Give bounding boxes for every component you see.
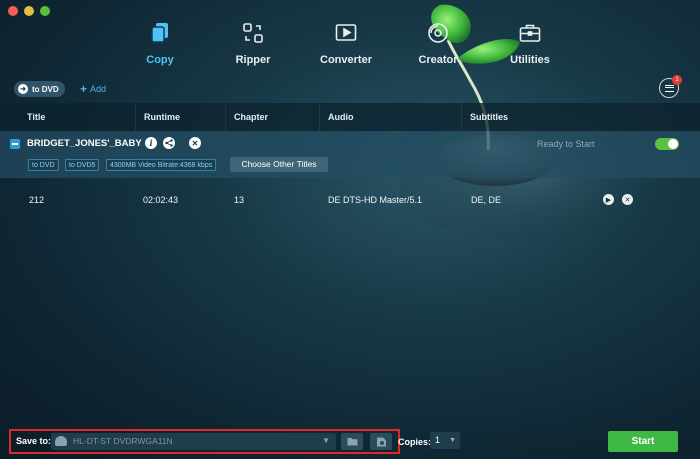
nav-utilities-label: Utilities [510, 54, 550, 66]
play-icon[interactable]: ▶ [603, 194, 614, 205]
nav-copy[interactable]: Copy [125, 20, 195, 66]
nav-converter[interactable]: Converter [311, 20, 381, 66]
save-to-label: Save to: [16, 436, 52, 446]
table-header: Title Runtime Chapter Audio Subtitles [0, 103, 700, 131]
creator-icon [403, 20, 473, 46]
add-label: Add [90, 84, 107, 94]
close-window-button[interactable] [8, 6, 18, 16]
zoom-window-button[interactable] [40, 6, 50, 16]
cell-chapter: 13 [234, 195, 245, 205]
arrow-right-icon: ➜ [18, 84, 28, 94]
nav-ripper[interactable]: Ripper [218, 20, 288, 66]
output-chip-dvd[interactable]: to DVD [28, 159, 59, 171]
minimize-window-button[interactable] [24, 6, 34, 16]
remove-disc-icon[interactable]: ✕ [189, 137, 201, 149]
disc-title: BRIDGET_JONES'_BABY [27, 138, 142, 149]
task-list-button[interactable]: 1 [659, 75, 682, 98]
remove-title-icon[interactable]: ✕ [622, 194, 633, 205]
copy-icon [125, 20, 195, 46]
header-audio[interactable]: Audio [319, 103, 461, 131]
cell-runtime: 02:02:43 [143, 195, 179, 205]
plus-icon: + [80, 82, 88, 96]
copies-label: Copies: [398, 437, 432, 447]
task-count-badge: 1 [672, 75, 682, 85]
save-to-dropdown[interactable]: HL-DT-ST DVDRWGA11N ▼ [51, 433, 336, 450]
main-nav: Copy Ripper Converter Creator Utilities [125, 20, 585, 75]
header-runtime[interactable]: Runtime [135, 103, 225, 131]
nav-utilities[interactable]: Utilities [495, 20, 565, 66]
ripper-icon [218, 20, 288, 46]
nav-creator-label: Creator [418, 54, 458, 66]
cell-title: 212 [29, 195, 45, 205]
target-label: to DVD [32, 84, 59, 94]
nav-ripper-label: Ripper [235, 54, 271, 66]
iso-file-icon [376, 437, 386, 446]
save-to-section: Save to: HL-DT-ST DVDRWGA11N ▼ [9, 429, 400, 454]
header-title[interactable]: Title [19, 103, 135, 131]
output-chip-dvd5[interactable]: to DVD5 [65, 159, 100, 171]
share-icon[interactable] [163, 137, 175, 149]
disc-drive-icon [55, 436, 67, 446]
info-icon[interactable]: i [145, 137, 157, 149]
bitrate-chip[interactable]: 4300MB Video Bitrate:4368 kbps [106, 159, 217, 171]
nav-converter-label: Converter [320, 54, 372, 66]
nav-creator[interactable]: Creator [403, 20, 473, 66]
enable-toggle[interactable] [655, 138, 679, 150]
save-to-value: HL-DT-ST DVDRWGA11N [73, 436, 173, 446]
cell-subtitles[interactable]: DE, DE [471, 195, 501, 205]
window-controls [8, 6, 50, 16]
nav-copy-label: Copy [146, 54, 174, 66]
toolbox-icon [495, 20, 565, 46]
chevron-down-icon: ▼ [322, 436, 330, 445]
table-row[interactable]: 212 02:02:43 13 DE DTS-HD Master/5.1 DE,… [0, 190, 700, 210]
chevron-down-icon: ▼ [449, 437, 456, 444]
header-chapter[interactable]: Chapter [225, 103, 319, 131]
iso-output-button[interactable] [370, 433, 392, 450]
collapse-icon[interactable] [10, 139, 20, 149]
copies-select[interactable]: 1 ▼ [430, 432, 460, 449]
cell-audio[interactable]: DE DTS-HD Master/5.1 [328, 195, 422, 205]
start-button[interactable]: Start [608, 431, 678, 452]
status-text: Ready to Start [537, 139, 595, 149]
copies-value: 1 [435, 435, 441, 445]
header-subtitles[interactable]: Subtitles [461, 103, 700, 131]
list-icon [664, 84, 674, 92]
add-button[interactable]: + Add [80, 82, 106, 96]
browse-folder-button[interactable] [341, 433, 363, 450]
target-dropdown[interactable]: ➜ to DVD [14, 81, 65, 97]
choose-other-titles-button[interactable]: Choose Other Titles [230, 157, 328, 172]
folder-icon [347, 438, 357, 446]
converter-icon [311, 20, 381, 46]
disc-row: BRIDGET_JONES'_BABY i ✕ Ready to Start t… [0, 131, 700, 178]
